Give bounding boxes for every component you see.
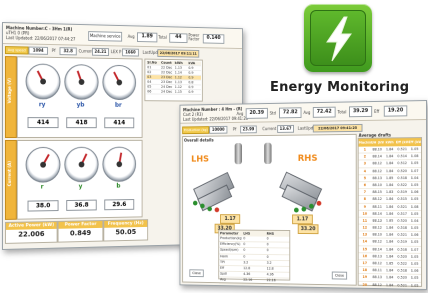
lhs-draft-value: 1.17 (220, 214, 240, 224)
active-power-caption: Active Power (kW) (6, 222, 57, 230)
window-header: Machine Number:C - 3Hm 1(R) uTH1 0 (PR) … (3, 23, 242, 49)
front-f4-value: 39.29 (349, 106, 372, 117)
current-gauges-panel: r y b 38.0 36.8 29.6 (17, 140, 143, 220)
front-f2-value: 72.82 (279, 107, 301, 118)
avg-speed-label: Avg speed (rpm) (5, 46, 29, 54)
power-factor-caption: Power Factor (59, 221, 103, 229)
lhs-spindle-top (235, 143, 242, 164)
power-factor-value: 0.849 (59, 229, 103, 238)
rhs-count-value: 33.20 (298, 224, 319, 234)
lhs-rhs-parameter-table: Parameter LHS RHS Production(kg) 0 0 Efficie… (218, 229, 290, 280)
field2-value: 44 (169, 33, 187, 43)
front-last-updated: Last Updated: 22/06/2017 09:41:25 (183, 116, 248, 122)
active-power-value: 22.006 (6, 230, 57, 239)
production-label: Production (kg) (182, 126, 209, 134)
table-row[interactable]: 6 88.10 1.84 0.522 1.05 (359, 182, 421, 189)
current-label: Current (79, 49, 93, 54)
rhs-draft-value: 1.17 (292, 214, 313, 224)
power-factor-cell: Power Factor 0.849 (58, 220, 104, 243)
front-f5-value: 19.20 (384, 105, 407, 116)
voltage-gauge-ry (26, 63, 61, 99)
voltage-label-yb: yb (64, 101, 96, 108)
machine-service-button[interactable]: Machine service (88, 31, 122, 42)
voltage-side-label: Voltage (V) (7, 78, 12, 103)
voltage-label-ry: ry (26, 101, 59, 108)
voltage-gauge-yb (64, 64, 98, 100)
last-updated: Last Updated: 22/06/2017 07:44:27 (6, 35, 75, 42)
current-gauge-r (26, 147, 61, 183)
front-window-header: Machine Number : 4 Hm - (R) Cart 2 (R3) … (180, 101, 426, 124)
current-value-y: 36.8 (66, 200, 96, 211)
front-f5-label: Eff (374, 109, 379, 114)
overall-details-title: Overall details (184, 138, 214, 143)
energy-monitoring-logo (304, 4, 372, 72)
front-current-label: Current (262, 126, 276, 131)
current-gauge-b (102, 147, 136, 182)
average-drafts-table: Machine NoUH (kW) (kWh)kWhEff (kWh)Eff (… (358, 137, 422, 287)
rhs-close-button[interactable]: Close (332, 272, 347, 280)
front-f1-label: Avg (237, 111, 244, 116)
active-power-cell: Active Power (kW) 22.006 (5, 221, 58, 244)
voltage-value-yb: 418 (66, 117, 96, 128)
lightning-bolt-icon (311, 11, 367, 67)
pf-label: Pf (52, 48, 56, 53)
current-label-r: r (26, 183, 59, 190)
frequency-value: 50.05 (104, 228, 147, 237)
front-f1-value: 20.39 (246, 108, 268, 119)
front-f3-label: Avg (303, 110, 310, 115)
logo-tile (310, 10, 366, 66)
field1-label: Avg (128, 34, 135, 39)
current-label-b: b (102, 183, 134, 190)
voltage-value-br: 414 (104, 117, 134, 128)
lexp-label: LEX P (111, 49, 121, 54)
current-gauge-y (64, 147, 98, 183)
table-row[interactable]: 06 24 Dec 1.15 0.9 (146, 90, 201, 95)
rhs-drafting-unit (275, 173, 324, 212)
front-pf-value: 23.99 (240, 125, 257, 133)
lexp-value: 1660 (122, 48, 139, 56)
front-f2-label: Std (270, 111, 276, 116)
field1-value: 1.89 (137, 32, 157, 42)
field3-value: 0.140 (203, 34, 224, 44)
pf-value: 32.8 (60, 47, 77, 55)
production-value: 10000 (209, 126, 227, 134)
voltage-value-ry: 414 (28, 117, 59, 128)
field3-label: Power Factor (188, 34, 201, 42)
lhs-close-button[interactable]: Close (189, 269, 203, 277)
frequency-caption: Frequency (Hz) (104, 220, 147, 228)
rhs-spindle-top (264, 143, 271, 164)
table-row[interactable]: 7 88.15 1.83 0.519 1.06 (359, 189, 421, 196)
table-row: Avg 22.16 22.16 (219, 278, 289, 285)
front-current-value: 13.67 (277, 125, 294, 133)
current-value: 24.21 (92, 48, 109, 56)
current-value-b: 29.6 (104, 199, 134, 210)
front-f4-label: Total (338, 109, 347, 114)
table-row[interactable]: 20 88.12 1.84 0.521 1.05 (359, 281, 421, 289)
voltage-gauges-panel: ry yb br 414 418 414 (17, 56, 143, 138)
avg-speed-value: 1094 (29, 47, 48, 55)
front-f3-value: 72.42 (313, 107, 336, 118)
lastupdt-value: 22/06/2017 09:11:11 (157, 49, 199, 57)
rhs-label: RHS (298, 154, 318, 164)
lhs-label: LHS (191, 155, 209, 165)
history-table: Sl.No Count kWh kVA 01 22 Dec 1.13 0.9 02 22 De… (144, 59, 202, 102)
lhs-drafting-unit (189, 174, 236, 212)
front-pf-label: Pf (233, 127, 237, 132)
current-value-r: 38.0 (28, 200, 59, 211)
brand-title: Energy Monitoring (270, 80, 420, 95)
field2-label: Total (158, 35, 167, 40)
voltage-gauge-br (102, 65, 136, 100)
frequency-cell: Frequency (Hz) 50.05 (103, 219, 148, 241)
voltage-label-br: br (102, 102, 134, 109)
front-lastupdt-value: 22/06/2017 09:41:25 (313, 124, 363, 133)
draft-monitoring-window: Machine Number : 4 Hm - (R) Cart 2 (R3) … (180, 100, 427, 290)
current-label-y: y (64, 183, 96, 190)
current-side-label: Current (A) (7, 161, 12, 186)
